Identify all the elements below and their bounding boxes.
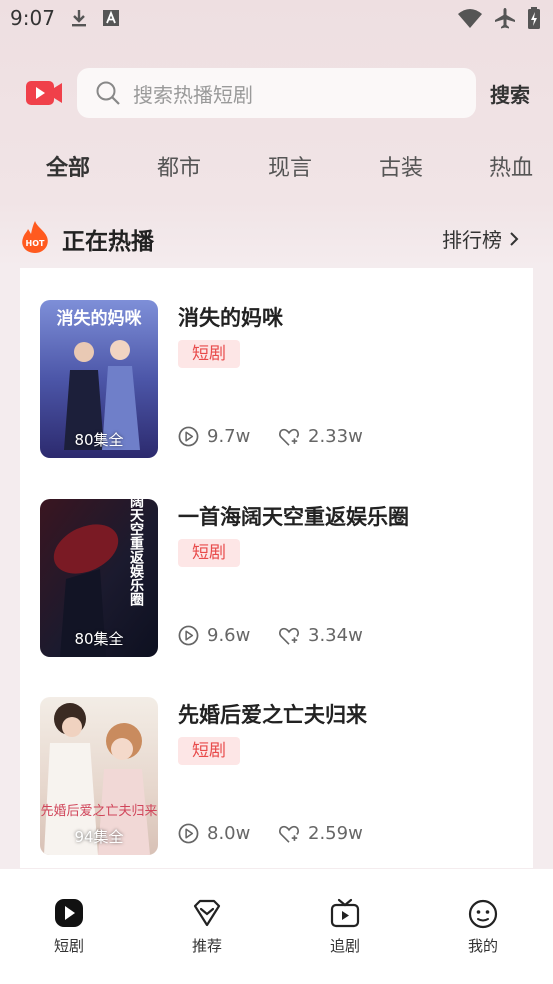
play-count: 8.0w	[178, 823, 250, 844]
battery-icon	[528, 7, 540, 29]
svg-text:消失的妈咪: 消失的妈咪	[57, 308, 143, 329]
drama-title[interactable]: 先婚后爱之亡夫归来	[178, 699, 367, 729]
chevron-right-icon	[510, 231, 519, 246]
nav-mine[interactable]: 我的	[443, 897, 523, 956]
like-count: 3.34w	[278, 625, 363, 646]
nav-recommend[interactable]: 推荐	[167, 897, 247, 956]
tab-hot-blood[interactable]: 热血	[489, 150, 533, 182]
hot-badge-text: HOT	[26, 239, 45, 248]
drama-list: 消失的妈咪 80集全 消失的妈咪 短剧 9.7w 2.33w 一首海阔天空重返娱…	[20, 268, 533, 868]
list-item[interactable]: 先婚后爱之亡夫归来 94集全 先婚后爱之亡夫归来 短剧 8.0w 2.59w	[20, 697, 533, 857]
category-tabs: 全部 都市 现言 古装 热血	[0, 150, 553, 190]
nav-label: 推荐	[191, 937, 222, 955]
status-bar: 9:07	[0, 0, 553, 38]
tv-icon	[330, 898, 360, 928]
face-icon	[468, 899, 498, 929]
heart-plus-icon	[279, 825, 299, 843]
tab-costume[interactable]: 古装	[379, 150, 423, 182]
search-button[interactable]: 搜索	[490, 79, 530, 108]
diamond-icon	[193, 899, 221, 927]
drama-tag: 短剧	[178, 539, 240, 567]
drama-title[interactable]: 一首海阔天空重返娱乐圈	[178, 501, 409, 531]
section-title: 正在热播	[62, 229, 154, 255]
svg-text:先婚后爱之亡夫归来: 先婚后爱之亡夫归来	[40, 804, 157, 819]
drama-cover[interactable]: 消失的妈咪 80集全	[40, 300, 158, 458]
nav-label: 我的	[467, 937, 498, 955]
drama-cover[interactable]: 先婚后爱之亡夫归来 94集全	[40, 697, 158, 855]
bottom-nav: 短剧 推荐 追剧 我的	[0, 869, 553, 984]
play-circle-icon	[178, 426, 199, 447]
ranking-link[interactable]: 排行榜	[442, 224, 520, 253]
tab-modern-romance[interactable]: 现言	[268, 150, 312, 182]
search-input[interactable]: 搜索热播短剧	[77, 68, 476, 118]
like-count: 2.33w	[278, 426, 363, 447]
hot-flame-icon: HOT	[22, 221, 48, 253]
episode-count: 80集全	[74, 431, 124, 449]
status-time: 9:07	[10, 6, 55, 30]
play-count: 9.7w	[178, 426, 250, 447]
download-icon	[72, 10, 86, 27]
like-count: 2.59w	[278, 823, 363, 844]
tab-all[interactable]: 全部	[46, 150, 90, 182]
nav-label: 短剧	[53, 937, 84, 955]
nav-label: 追剧	[329, 937, 360, 955]
search-icon	[96, 81, 120, 105]
nav-shorts[interactable]: 短剧	[29, 897, 109, 956]
wifi-icon	[458, 9, 482, 28]
play-circle-icon	[178, 625, 199, 646]
section-header: HOT 正在热播 排行榜	[0, 218, 553, 258]
heart-plus-icon	[279, 627, 299, 645]
heart-plus-icon	[279, 428, 299, 446]
nav-following[interactable]: 追剧	[305, 897, 385, 956]
airplane-icon	[495, 8, 515, 29]
tab-city[interactable]: 都市	[157, 150, 201, 182]
drama-title[interactable]: 消失的妈咪	[178, 302, 283, 332]
episode-count: 94集全	[74, 828, 124, 846]
list-item[interactable]: 消失的妈咪 80集全 消失的妈咪 短剧 9.7w 2.33w	[20, 300, 533, 460]
episode-count: 80集全	[74, 630, 124, 648]
svg-text:一首海阔天空重返娱乐圈: 一首海阔天空重返娱乐圈	[128, 499, 144, 607]
list-item[interactable]: 一首海阔天空重返娱乐圈 80集全 一首海阔天空重返娱乐圈 短剧 9.6w 3.3…	[20, 499, 533, 659]
play-count: 9.6w	[178, 625, 250, 646]
drama-cover[interactable]: 一首海阔天空重返娱乐圈 80集全	[40, 499, 158, 657]
play-circle-icon	[178, 823, 199, 844]
ranking-label: 排行榜	[442, 228, 502, 252]
font-icon	[103, 10, 119, 26]
drama-tag: 短剧	[178, 340, 240, 368]
search-placeholder: 搜索热播短剧	[133, 82, 253, 107]
drama-tag: 短剧	[178, 737, 240, 765]
header: 搜索热播短剧 搜索	[0, 66, 553, 120]
play-icon	[55, 899, 83, 927]
app-logo-icon	[26, 81, 62, 105]
